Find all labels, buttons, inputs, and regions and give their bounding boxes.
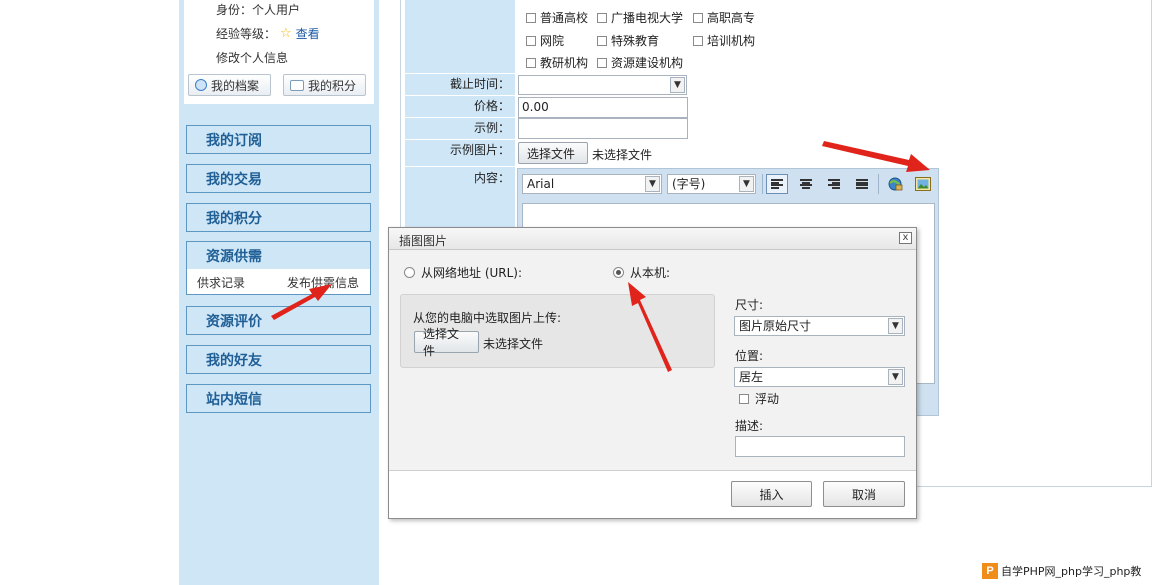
watermark-logo: P <box>982 563 998 579</box>
annotation-arrows <box>271 141 930 372</box>
arrow-to-local-radio <box>628 282 672 372</box>
watermark: P 自学PHP网_php学习_php教 <box>982 560 1142 582</box>
arrow-to-image-button <box>822 141 930 172</box>
watermark-text: 自学PHP网_php学习_php教 <box>1001 565 1142 578</box>
arrow-to-submenu <box>271 284 332 320</box>
